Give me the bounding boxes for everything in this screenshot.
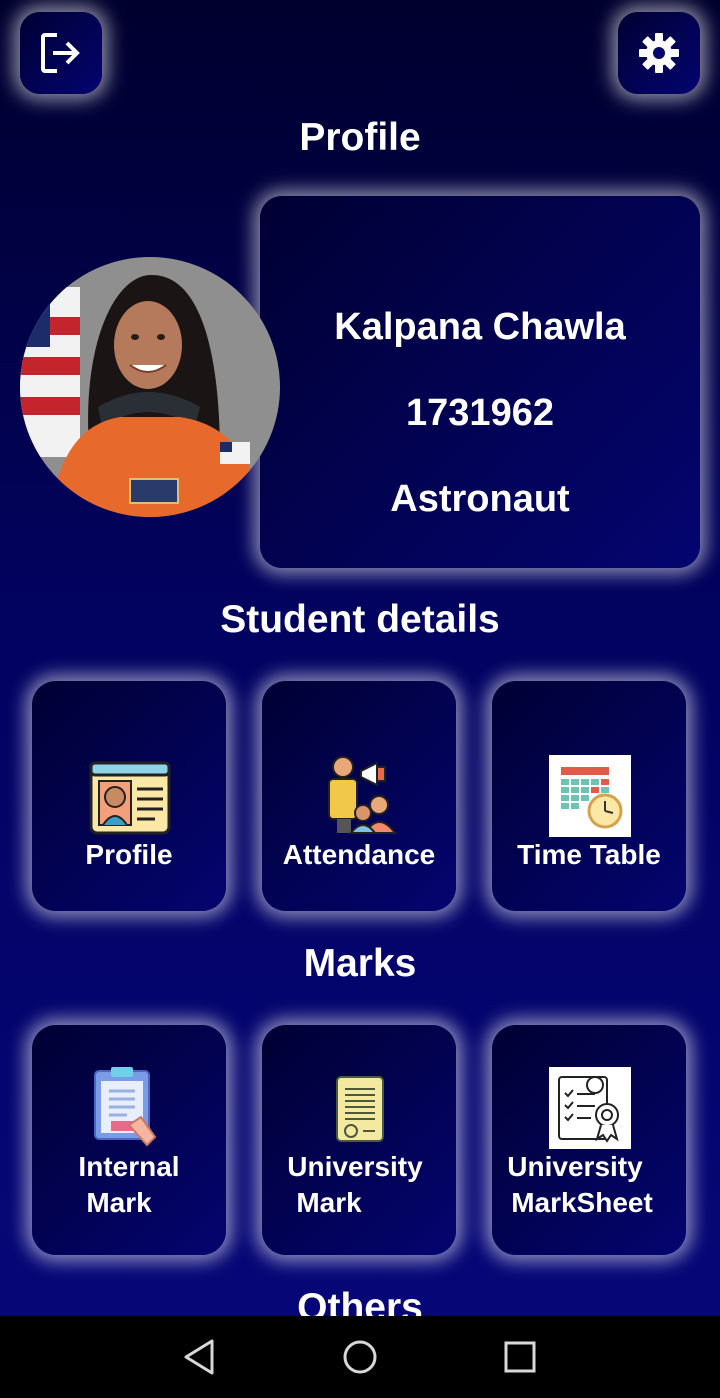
gear-icon: [639, 33, 679, 73]
time-table-tile[interactable]: Time Table: [492, 681, 686, 911]
internal-mark-tile[interactable]: Internal Mark: [32, 1025, 226, 1255]
tile-label-university-2: University: [507, 1151, 643, 1182]
tile-label-internal: Internal: [78, 1151, 180, 1182]
tile-label-marksheet: MarkSheet: [511, 1187, 653, 1218]
settings-button[interactable]: [618, 12, 700, 94]
attendance-tile[interactable]: Attendance: [262, 681, 456, 911]
marks-title: Marks: [303, 942, 417, 985]
tile-label-profile: Profile: [85, 839, 173, 870]
calendar-clock-icon: [549, 755, 631, 837]
profile-id: 1731962: [406, 392, 554, 434]
home-circle-icon[interactable]: [340, 1337, 380, 1377]
system-nav-bar: [0, 1316, 720, 1398]
profile-name: Kalpana Chawla: [334, 306, 626, 348]
tile-label-university: University: [287, 1151, 423, 1182]
certificate-icon: [336, 1076, 384, 1142]
tile-label-time-table: Time Table: [517, 839, 661, 870]
avatar-photo: [20, 257, 280, 517]
page-title: Profile: [299, 116, 421, 159]
marksheet-icon: [549, 1067, 631, 1149]
university-marksheet-tile[interactable]: University MarkSheet: [492, 1025, 686, 1255]
tile-label-internal-mark: Mark: [86, 1187, 152, 1218]
profile-card: Kalpana Chawla 1731962 Astronaut: [260, 196, 700, 568]
tile-label-attendance: Attendance: [282, 839, 436, 870]
recents-square-icon[interactable]: [500, 1337, 540, 1377]
student-details-title: Student details: [220, 598, 500, 641]
avatar: [20, 257, 280, 517]
clipboard-icon: [94, 1067, 157, 1147]
tile-label-university-mark: Mark: [296, 1187, 362, 1218]
logout-button[interactable]: [20, 12, 102, 94]
logout-icon: [41, 33, 80, 73]
back-triangle-icon[interactable]: [180, 1337, 220, 1377]
profile-tile[interactable]: Profile: [32, 681, 226, 911]
attendance-icon: [328, 756, 397, 834]
profile-card-icon: [89, 761, 171, 835]
profile-role: Astronaut: [390, 478, 570, 520]
university-mark-tile[interactable]: University Mark: [262, 1025, 456, 1255]
